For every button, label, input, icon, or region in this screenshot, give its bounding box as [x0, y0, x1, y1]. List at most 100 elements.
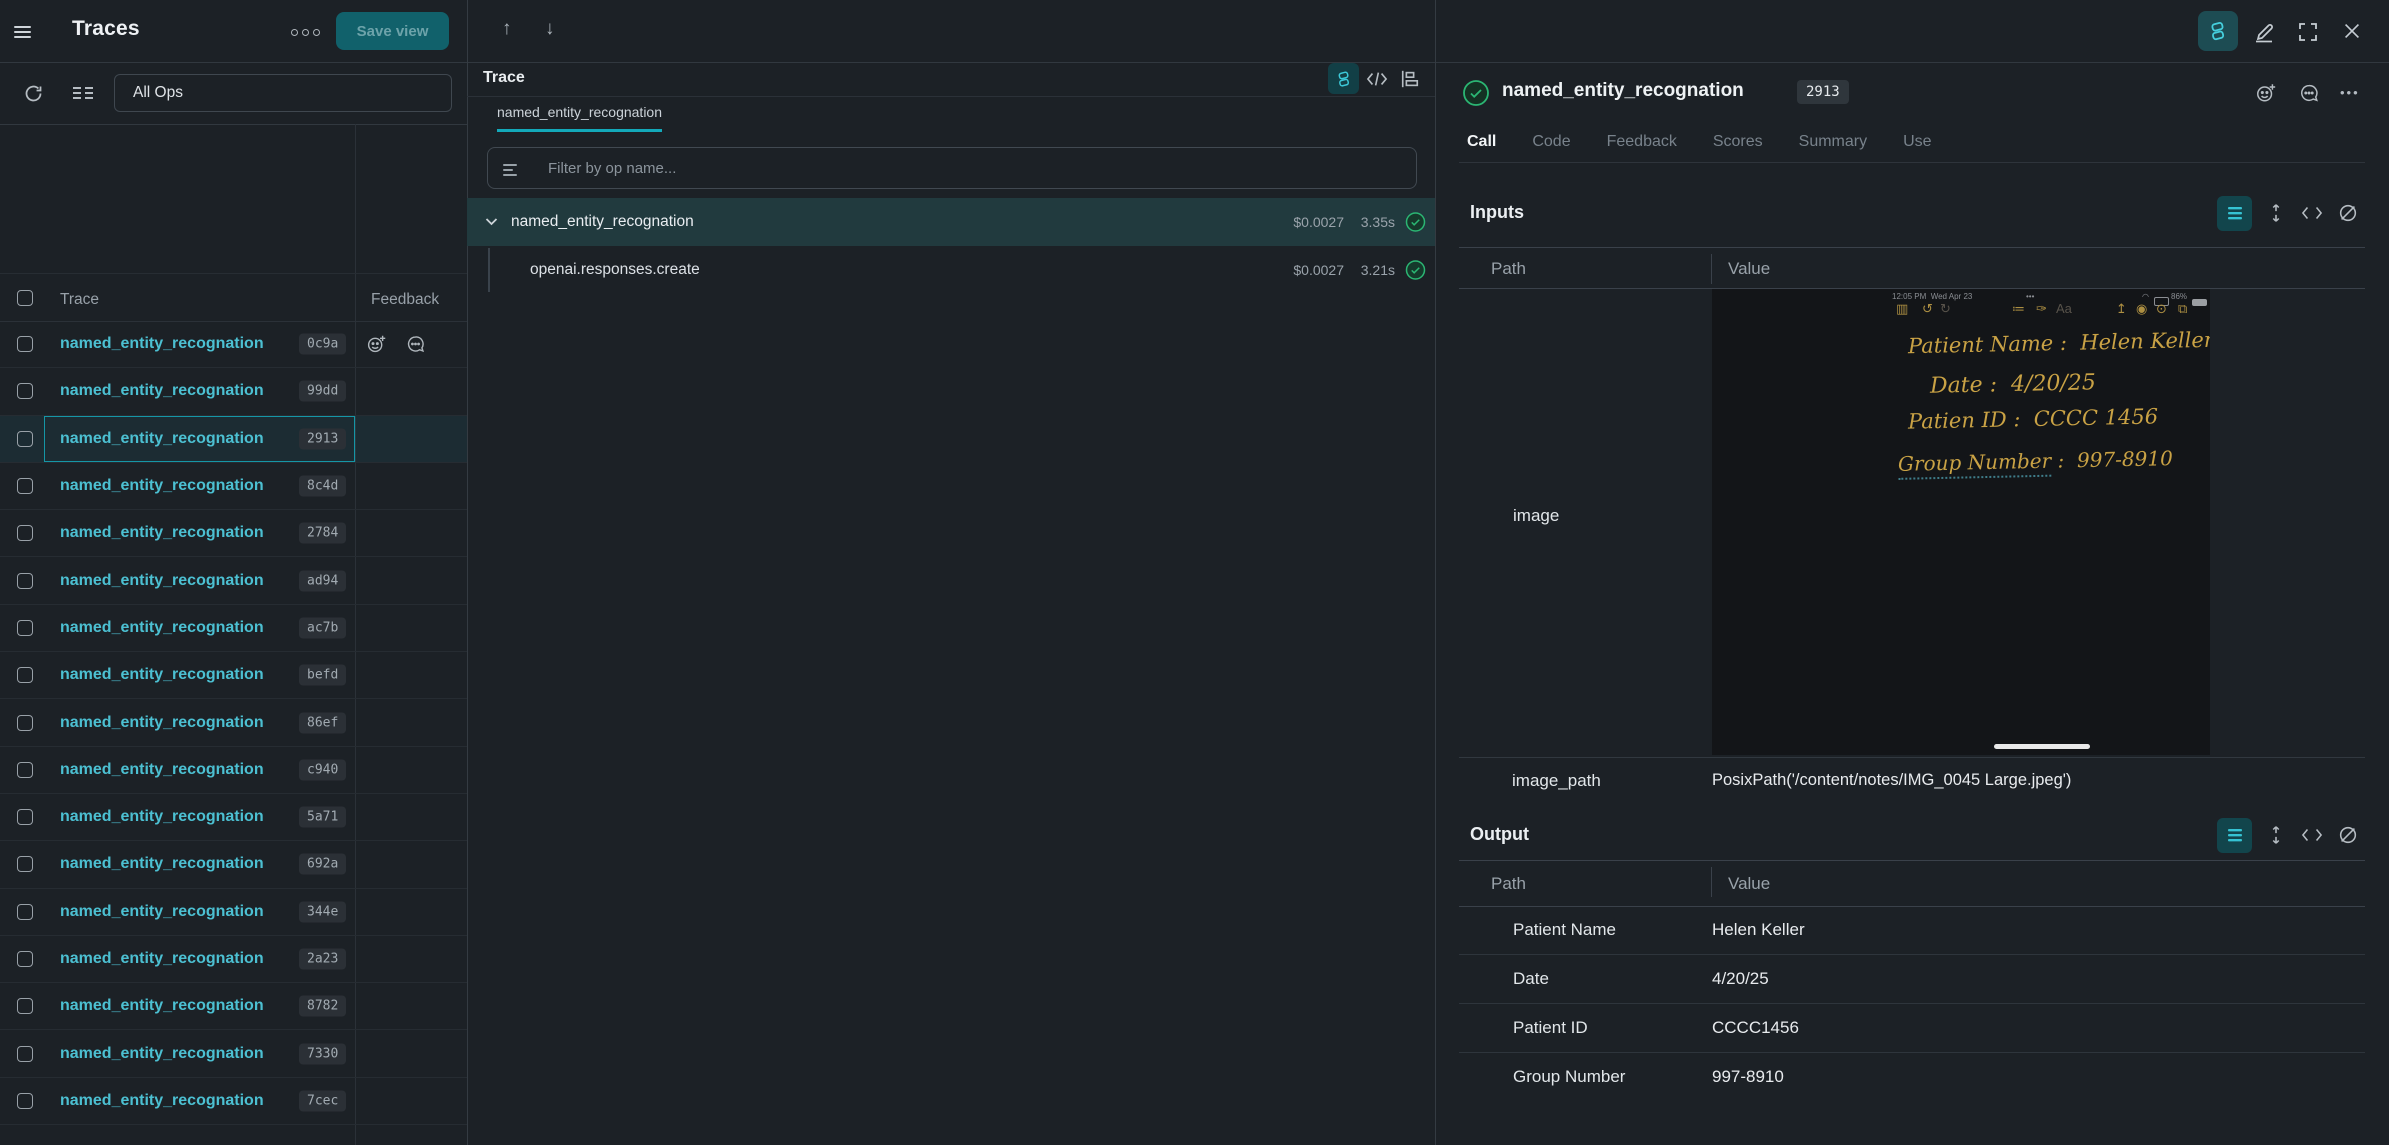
trace-table-row[interactable]: named_entity_recognation99dd	[0, 368, 467, 415]
row-checkbox[interactable]	[17, 904, 33, 920]
row-checkbox[interactable]	[17, 715, 33, 731]
prev-trace-arrow-icon[interactable]: ↑	[502, 18, 512, 40]
fullscreen-icon[interactable]	[2296, 20, 2320, 44]
trace-name-link[interactable]: named_entity_recognation	[60, 903, 264, 921]
input-image-path-label[interactable]: image	[1513, 506, 1559, 526]
input-image-preview[interactable]: 12:05 PM Wed Apr 23 ••• ◠ 86% ▥↺↻≔✑Aa↥◉⊙…	[1712, 289, 2210, 755]
row-checkbox[interactable]	[17, 383, 33, 399]
code-view-icon[interactable]	[1366, 69, 1388, 89]
trace-name-link[interactable]: named_entity_recognation	[60, 950, 264, 968]
inputs-expanded-view-button[interactable]	[2217, 196, 2252, 231]
next-trace-arrow-icon[interactable]: ↓	[545, 18, 555, 40]
trace-table-row[interactable]: named_entity_recognationbefd	[0, 652, 467, 699]
trace-table-row[interactable]: named_entity_recognation2a23	[0, 936, 467, 983]
trace-name-link[interactable]: named_entity_recognation	[60, 761, 264, 779]
comment-icon[interactable]	[2298, 82, 2320, 104]
row-checkbox[interactable]	[17, 620, 33, 636]
tab-use[interactable]: Use	[1903, 133, 1931, 151]
trace-table-row[interactable]: named_entity_recognation8c4d	[0, 463, 467, 510]
add-reaction-icon[interactable]	[366, 334, 387, 355]
row-checkbox[interactable]	[17, 998, 33, 1014]
flame-graph-icon[interactable]	[1399, 69, 1421, 89]
row-checkbox[interactable]	[17, 1046, 33, 1062]
trace-name-link[interactable]: named_entity_recognation	[60, 382, 264, 400]
column-header-feedback[interactable]: Feedback	[371, 291, 439, 309]
row-checkbox[interactable]	[17, 525, 33, 541]
row-checkbox[interactable]	[17, 478, 33, 494]
tab-summary[interactable]: Summary	[1799, 133, 1867, 151]
trace-name-link[interactable]: named_entity_recognation	[60, 855, 264, 873]
chevron-down-icon[interactable]	[485, 218, 498, 227]
tab-code[interactable]: Code	[1532, 133, 1570, 151]
trace-table-row[interactable]: named_entity_recognation2913	[0, 416, 467, 463]
trace-name-link[interactable]: named_entity_recognation	[60, 714, 264, 732]
row-checkbox[interactable]	[17, 667, 33, 683]
manage-columns-icon[interactable]	[73, 84, 93, 102]
comment-icon[interactable]	[405, 334, 426, 355]
input-imagepath-label[interactable]: image_path	[1512, 771, 1601, 791]
trace-table-row[interactable]: named_entity_recognationac7b	[0, 605, 467, 652]
output-code-icon[interactable]	[2301, 825, 2323, 845]
trace-table-row[interactable]: named_entity_recognation7cec	[0, 1078, 467, 1125]
row-checkbox[interactable]	[17, 573, 33, 589]
trace-name-link[interactable]: named_entity_recognation	[60, 335, 264, 353]
tab-call[interactable]: Call	[1467, 133, 1496, 151]
row-checkbox[interactable]	[17, 762, 33, 778]
trace-table-row[interactable]: named_entity_recognation5a71	[0, 794, 467, 841]
trace-name-link[interactable]: named_entity_recognation	[60, 808, 264, 826]
output-expanded-view-button[interactable]	[2217, 818, 2252, 853]
trace-table-row[interactable]: named_entity_recognation344e	[0, 889, 467, 936]
more-options-icon[interactable]	[291, 29, 320, 36]
op-name-filter-input[interactable]	[487, 147, 1417, 189]
output-path[interactable]: Patient Name	[1513, 920, 1616, 940]
output-path[interactable]: Patient ID	[1513, 1018, 1588, 1038]
tab-feedback[interactable]: Feedback	[1607, 133, 1677, 151]
inputs-expand-rows-icon[interactable]	[2265, 202, 2287, 224]
hamburger-menu-icon[interactable]	[14, 23, 31, 41]
trace-table-row[interactable]: named_entity_recognation692a	[0, 841, 467, 888]
call-more-options-icon[interactable]: •••	[2340, 85, 2360, 100]
trace-name-link[interactable]: named_entity_recognation	[60, 1092, 264, 1110]
tree-row[interactable]: named_entity_recognation$0.00273.35s	[467, 198, 1435, 246]
trace-name-link[interactable]: named_entity_recognation	[60, 1045, 264, 1063]
trace-table-row[interactable]: named_entity_recognationc940	[0, 747, 467, 794]
row-checkbox[interactable]	[17, 856, 33, 872]
op-name[interactable]: named_entity_recognation	[511, 213, 694, 231]
trace-table-row[interactable]: named_entity_recognation2784	[0, 510, 467, 557]
column-header-trace[interactable]: Trace	[60, 291, 99, 309]
peek-view-button[interactable]	[2198, 11, 2238, 51]
trace-table-row[interactable]: named_entity_recognation8782	[0, 983, 467, 1030]
row-checkbox[interactable]	[17, 951, 33, 967]
refresh-icon[interactable]	[23, 83, 44, 104]
save-view-button[interactable]: Save view	[336, 12, 449, 50]
trace-table-row[interactable]: named_entity_recognation7330	[0, 1030, 467, 1077]
row-checkbox[interactable]	[17, 1093, 33, 1109]
inputs-code-icon[interactable]	[2301, 203, 2323, 223]
trace-table-row[interactable]: named_entity_recognationad94	[0, 557, 467, 604]
output-hide-icon[interactable]	[2337, 824, 2359, 846]
add-reaction-icon[interactable]	[2255, 82, 2277, 104]
trace-name-link[interactable]: named_entity_recognation	[60, 524, 264, 542]
op-name[interactable]: openai.responses.create	[530, 261, 700, 279]
trace-name-link[interactable]: named_entity_recognation	[60, 572, 264, 590]
trace-name-link[interactable]: named_entity_recognation	[60, 666, 264, 684]
output-path[interactable]: Group Number	[1513, 1067, 1625, 1087]
tree-row[interactable]: openai.responses.create$0.00273.21s	[467, 246, 1435, 294]
output-expand-rows-icon[interactable]	[2265, 824, 2287, 846]
trace-table-row[interactable]: named_entity_recognation0c9a	[0, 321, 467, 368]
tab-scores[interactable]: Scores	[1713, 133, 1763, 151]
trace-name-link[interactable]: named_entity_recognation	[60, 430, 264, 448]
ops-filter-select[interactable]: All Ops	[114, 74, 452, 112]
output-path[interactable]: Date	[1513, 969, 1549, 989]
trace-table-row[interactable]: named_entity_recognation86ef	[0, 699, 467, 746]
tree-view-button[interactable]	[1328, 63, 1359, 94]
close-icon[interactable]	[2341, 20, 2363, 42]
inputs-hide-icon[interactable]	[2337, 202, 2359, 224]
row-feedback-icons[interactable]	[366, 334, 426, 355]
row-checkbox[interactable]	[17, 336, 33, 352]
call-id-badge[interactable]: 2913	[1797, 80, 1849, 104]
trace-name-link[interactable]: named_entity_recognation	[60, 619, 264, 637]
edit-pencil-icon[interactable]	[2252, 20, 2276, 44]
trace-name-link[interactable]: named_entity_recognation	[60, 477, 264, 495]
row-checkbox[interactable]	[17, 431, 33, 447]
